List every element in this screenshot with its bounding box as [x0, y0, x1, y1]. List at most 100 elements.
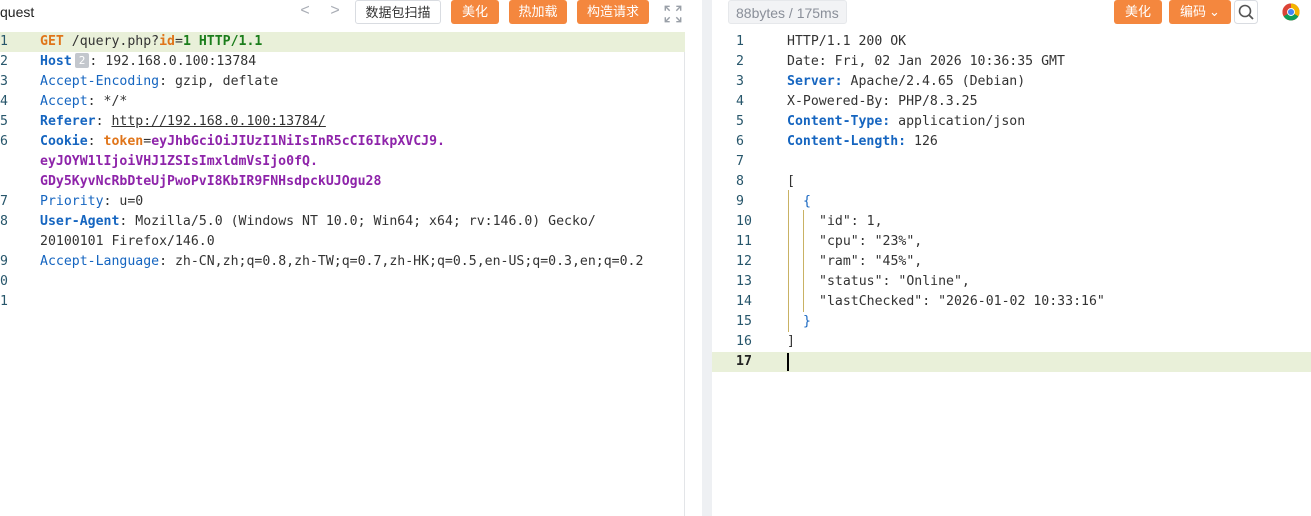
line-number: 16: [736, 334, 752, 349]
line-number: 15: [736, 314, 752, 329]
request-toolbar: quest < > 数据包扫描 美化 热加载 构造请求: [0, 0, 702, 26]
response-stats: 88bytes / 175ms: [728, 0, 847, 24]
header-name: Accept-Encoding: [40, 74, 160, 89]
request-line-6-wrap-1: eyJOYW1lIjoiVHJ1ZSIsImxldmVsIjo0fQ.: [0, 152, 702, 172]
line-number: 4: [736, 94, 744, 109]
request-line-4: 4 Accept: */*: [0, 92, 702, 112]
cookie-key: token: [103, 134, 144, 149]
request-line-10: 0: [0, 272, 702, 292]
header-value: application/json: [890, 114, 1026, 129]
header-value-continued: 20100101 Firefox/146.0: [40, 234, 215, 249]
response-line-11: 11 "cpu": "23%",: [712, 232, 1311, 252]
header-name: Host: [40, 54, 72, 69]
search-icon[interactable]: [1234, 0, 1258, 24]
header-name: Content-Type:: [787, 114, 891, 129]
request-line-11: 1: [0, 292, 702, 312]
header-value: u=0: [111, 194, 144, 209]
beautify-button[interactable]: 美化: [451, 0, 499, 24]
line-number: 10: [736, 214, 752, 229]
response-line-15: 15 }: [712, 312, 1311, 332]
json-object-close: }: [803, 314, 811, 329]
json-field-status: "status": "Online",: [819, 274, 970, 289]
response-line-16: 16 ]: [712, 332, 1311, 352]
cookie-value-part-3: GDy5KyvNcRbDteUjPwoPvI8KbIR9FNHsdpckUJOg…: [40, 174, 382, 189]
json-field-ram: "ram": "45%",: [819, 254, 923, 269]
http-method: GET: [40, 34, 64, 49]
header-colon: :: [87, 94, 96, 109]
request-line-1: 1 GET /query.php?id=1 HTTP/1.1: [0, 32, 685, 52]
line-number: 8: [0, 214, 8, 229]
header-colon: :: [159, 74, 168, 89]
header-name: Accept: [40, 94, 88, 109]
header-colon: :: [159, 254, 168, 269]
response-line-9: 9 {: [712, 192, 1311, 212]
request-line-9: 9 Accept-Language: zh-CN,zh;q=0.8,zh-TW;…: [0, 252, 702, 272]
request-line-3: 3 Accept-Encoding: gzip, deflate: [0, 72, 702, 92]
pane-divider[interactable]: [702, 0, 712, 516]
response-line-7: 7: [712, 152, 1311, 172]
json-field-last-checked: "lastChecked": "2026-01-02 10:33:16": [819, 294, 1105, 309]
indent-guide: [803, 210, 804, 312]
request-title: quest: [0, 4, 35, 20]
cookie-value-part-1: eyJhbGciOiJIUzI1NiIsInR5cCI6IkpXVCJ9.: [151, 134, 445, 149]
cookie-value-part-2: eyJOYW1lIjoiVHJ1ZSIsImxldmVsIjo0fQ.: [40, 154, 318, 169]
line-number: 7: [736, 154, 744, 169]
line-number: 6: [736, 134, 744, 149]
line-number: 11: [736, 234, 752, 249]
host-count-badge: 2: [74, 53, 90, 68]
response-line-8: 8 [: [712, 172, 1311, 192]
line-number: 5: [736, 114, 744, 129]
header-value: 192.168.0.100:13784: [97, 54, 257, 69]
line-number: 4: [0, 94, 8, 109]
expand-icon[interactable]: [662, 3, 684, 25]
line-number: 1: [0, 34, 8, 49]
line-number: 3: [0, 74, 8, 89]
line-number: 13: [736, 274, 752, 289]
chrome-browser-icon[interactable]: [1282, 3, 1300, 21]
response-line-2: 2 Date: Fri, 02 Jan 2026 10:36:35 GMT: [712, 52, 1311, 72]
response-line-10: 10 "id": 1,: [712, 212, 1311, 232]
line-number: 2: [736, 54, 744, 69]
cookie-eq: =: [143, 134, 152, 149]
response-line-1: 1 HTTP/1.1 200 OK: [712, 32, 1311, 52]
line-number: 9: [0, 254, 8, 269]
http-version: HTTP/1.1: [190, 34, 263, 49]
header-name: Content-Length:: [787, 134, 907, 149]
line-number: 3: [736, 74, 744, 89]
response-line-13: 13 "status": "Online",: [712, 272, 1311, 292]
header-name: User-Agent: [40, 214, 120, 229]
status-line: HTTP/1.1 200 OK: [787, 34, 907, 49]
header-value: */*: [95, 94, 128, 109]
encode-dropdown-button[interactable]: 编码 ⌄: [1169, 0, 1231, 24]
hot-load-button[interactable]: 热加载: [509, 0, 567, 24]
response-beautify-button[interactable]: 美化: [1114, 0, 1162, 24]
json-field-id: "id": 1,: [819, 214, 883, 229]
header-name: Priority: [40, 194, 104, 209]
date-header: Date: Fri, 02 Jan 2026 10:36:35 GMT: [787, 54, 1065, 69]
line-number: 17: [736, 354, 752, 369]
construct-request-button[interactable]: 构造请求: [577, 0, 649, 24]
packet-scan-button[interactable]: 数据包扫描: [355, 0, 441, 24]
header-value: gzip, deflate: [167, 74, 279, 89]
request-line-8-wrap: 20100101 Firefox/146.0: [0, 232, 702, 252]
json-array-close: ]: [787, 334, 795, 349]
header-colon: :: [95, 114, 112, 129]
line-number: 8: [736, 174, 744, 189]
header-value: zh-CN,zh;q=0.8,zh-TW;q=0.7,zh-HK;q=0.5,e…: [167, 254, 644, 269]
line-number: 12: [736, 254, 752, 269]
header-name: Server:: [787, 74, 843, 89]
response-line-17: 17: [712, 352, 1311, 372]
response-line-3: 3 Server: Apache/2.4.65 (Debian): [712, 72, 1311, 92]
response-toolbar: 88bytes / 175ms 美化 编码 ⌄: [712, 0, 1311, 26]
response-line-4: 4 X-Powered-By: PHP/8.3.25: [712, 92, 1311, 112]
header-name: Cookie: [40, 134, 88, 149]
line-number: 1: [0, 294, 8, 309]
request-line-8: 8 User-Agent: Mozilla/5.0 (Windows NT 10…: [0, 212, 702, 232]
line-number: 14: [736, 294, 752, 309]
referer-link[interactable]: http://192.168.0.100:13784/: [111, 114, 325, 129]
param-value: 1: [182, 34, 191, 49]
back-arrow-icon[interactable]: <: [297, 2, 313, 20]
chevron-down-icon: ⌄: [1209, 4, 1220, 19]
forward-arrow-icon[interactable]: >: [327, 2, 343, 20]
header-value: 126: [906, 134, 938, 149]
